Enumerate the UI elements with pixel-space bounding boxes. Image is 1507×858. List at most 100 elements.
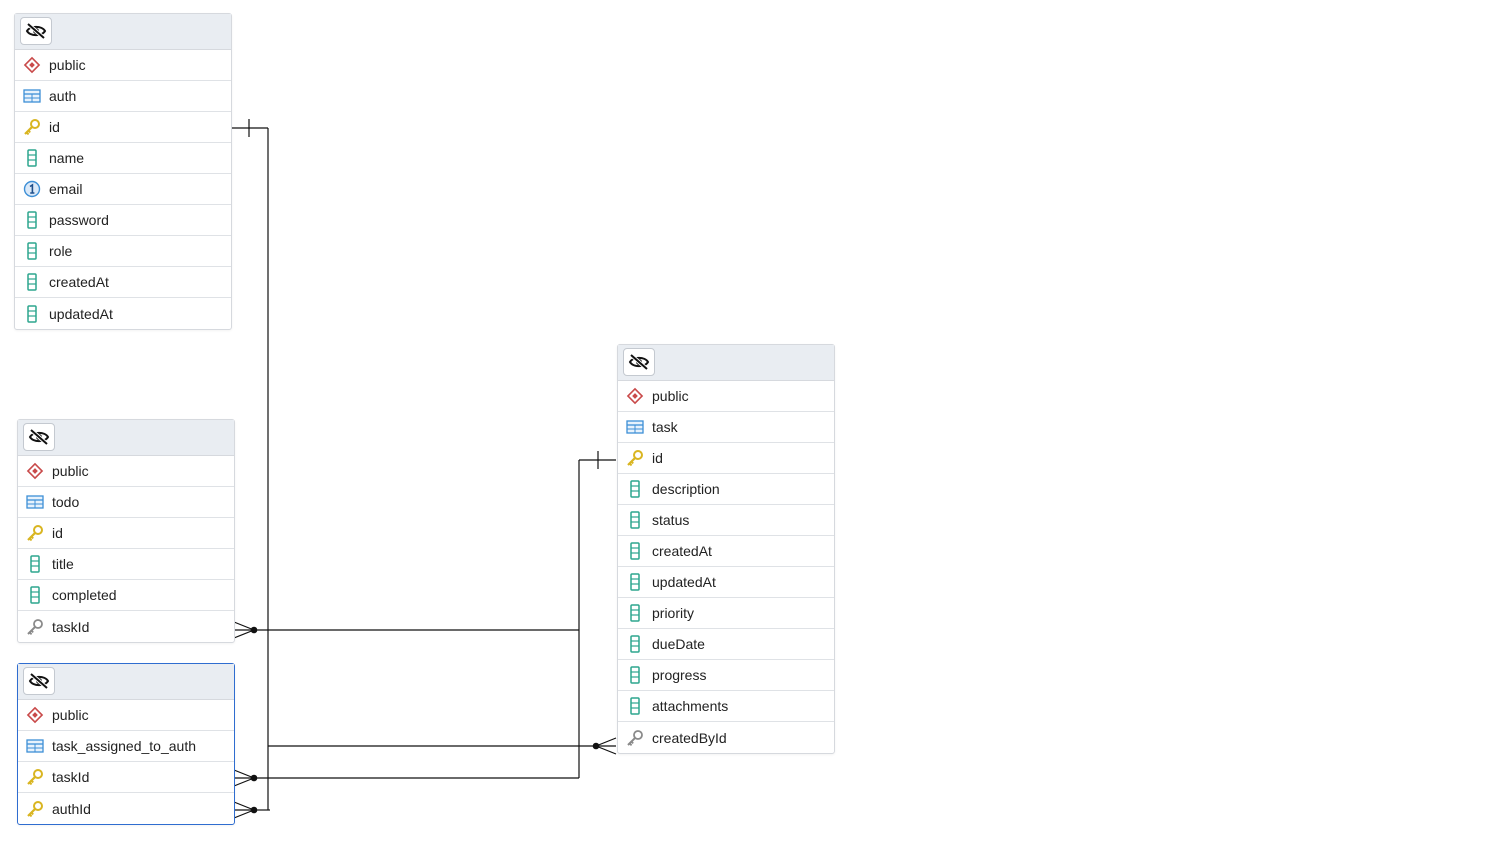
column-row[interactable]: id: [18, 518, 234, 549]
column-row[interactable]: progress: [618, 660, 834, 691]
toggle-details-button[interactable]: [623, 348, 655, 376]
column-icon: [618, 480, 652, 498]
toggle-details-button[interactable]: [23, 667, 55, 695]
row-label: id: [49, 119, 60, 135]
row-label: authId: [52, 800, 91, 817]
table-icon: [618, 419, 652, 435]
table-name-row[interactable]: task: [618, 412, 834, 443]
primary-key-icon: [618, 449, 652, 467]
row-label: createdAt: [49, 274, 109, 290]
column-row[interactable]: role: [15, 236, 231, 267]
schema-row[interactable]: public: [18, 700, 234, 731]
eye-slash-icon: [25, 22, 47, 40]
row-label: attachments: [652, 698, 729, 714]
column-row[interactable]: createdAt: [618, 536, 834, 567]
column-icon: [618, 635, 652, 653]
row-label: name: [49, 150, 85, 166]
row-label: task_assigned_to_auth: [52, 738, 196, 754]
primary-key-icon: [15, 118, 49, 136]
row-label: todo: [52, 494, 80, 510]
table-header[interactable]: [618, 345, 834, 381]
table-node-task-assigned-to-auth[interactable]: public task_assigned_to_auth taskId authId: [17, 663, 235, 825]
table-node-task[interactable]: public task id description status createdAt up…: [617, 344, 835, 754]
edge-auth-id-one-end[interactable]: [232, 119, 269, 810]
column-row[interactable]: createdById: [618, 722, 834, 753]
row-label: public: [652, 388, 689, 404]
edge-task-createdbyid-to-auth-id[interactable]: [268, 737, 617, 755]
column-icon: [15, 149, 49, 167]
column-row[interactable]: id: [618, 443, 834, 474]
row-label: id: [652, 450, 663, 466]
column-row[interactable]: password: [15, 205, 231, 236]
edge-dot: [592, 742, 600, 750]
column-row[interactable]: status: [618, 505, 834, 536]
column-row[interactable]: taskId: [18, 762, 234, 793]
table-header[interactable]: [18, 420, 234, 456]
edge-todo-taskid-to-task-id[interactable]: [233, 621, 579, 639]
row-label: createdById: [652, 729, 727, 746]
column-icon: [15, 304, 49, 323]
column-icon: [15, 242, 49, 260]
row-label: createdAt: [652, 543, 712, 559]
column-icon: [618, 604, 652, 622]
column-row[interactable]: id: [15, 112, 231, 143]
column-row[interactable]: priority: [618, 598, 834, 629]
row-label: password: [49, 212, 109, 228]
column-row[interactable]: authId: [18, 793, 234, 824]
primary-key-icon: [18, 524, 52, 542]
row-label: task: [652, 419, 678, 435]
schema-icon: [618, 387, 652, 405]
table-icon: [18, 494, 52, 510]
row-label: taskId: [52, 769, 90, 785]
table-header[interactable]: [18, 664, 234, 700]
edge-task-id-one-end[interactable]: [578, 451, 616, 778]
column-icon: [18, 586, 52, 604]
foreign-key-icon: [18, 618, 52, 636]
table-icon: [18, 738, 52, 754]
row-label: public: [52, 707, 89, 723]
column-icon: [618, 542, 652, 560]
column-row[interactable]: description: [618, 474, 834, 505]
edge-dot: [250, 774, 258, 782]
schema-row[interactable]: public: [618, 381, 834, 412]
column-row[interactable]: completed: [18, 580, 234, 611]
table-name-row[interactable]: task_assigned_to_auth: [18, 731, 234, 762]
primary-key-icon: [18, 800, 52, 818]
column-row[interactable]: title: [18, 549, 234, 580]
toggle-details-button[interactable]: [20, 17, 52, 45]
column-row[interactable]: taskId: [18, 611, 234, 642]
table-name-row[interactable]: auth: [15, 81, 231, 112]
column-row[interactable]: updatedAt: [618, 567, 834, 598]
column-row[interactable]: updatedAt: [15, 298, 231, 329]
column-row[interactable]: createdAt: [15, 267, 231, 298]
column-row[interactable]: attachments: [618, 691, 834, 722]
eye-slash-icon: [28, 428, 50, 446]
foreign-key-icon: [618, 729, 652, 747]
table-node-auth[interactable]: public auth id name email password role created…: [14, 13, 232, 330]
edge-dot: [250, 626, 258, 634]
schema-icon: [18, 706, 52, 724]
column-row[interactable]: email: [15, 174, 231, 205]
column-row[interactable]: name: [15, 143, 231, 174]
table-header[interactable]: [15, 14, 231, 50]
column-icon: [618, 573, 652, 591]
row-label: id: [52, 525, 63, 541]
column-icon: [18, 555, 52, 573]
column-row[interactable]: dueDate: [618, 629, 834, 660]
table-icon: [15, 88, 49, 104]
row-label: progress: [652, 667, 707, 683]
row-label: public: [49, 57, 86, 73]
table-name-row[interactable]: todo: [18, 487, 234, 518]
table-node-todo[interactable]: public todo id title completed taskId: [17, 419, 235, 643]
schema-row[interactable]: public: [18, 456, 234, 487]
row-label: dueDate: [652, 636, 705, 652]
edge-assign-taskid-to-task-id[interactable]: [233, 769, 579, 787]
primary-key-icon: [18, 768, 52, 786]
schema-row[interactable]: public: [15, 50, 231, 81]
column-icon: [15, 273, 49, 291]
row-label: taskId: [52, 618, 90, 635]
toggle-details-button[interactable]: [23, 423, 55, 451]
row-label: updatedAt: [49, 305, 113, 322]
row-label: completed: [52, 587, 117, 603]
row-label: status: [652, 512, 690, 528]
